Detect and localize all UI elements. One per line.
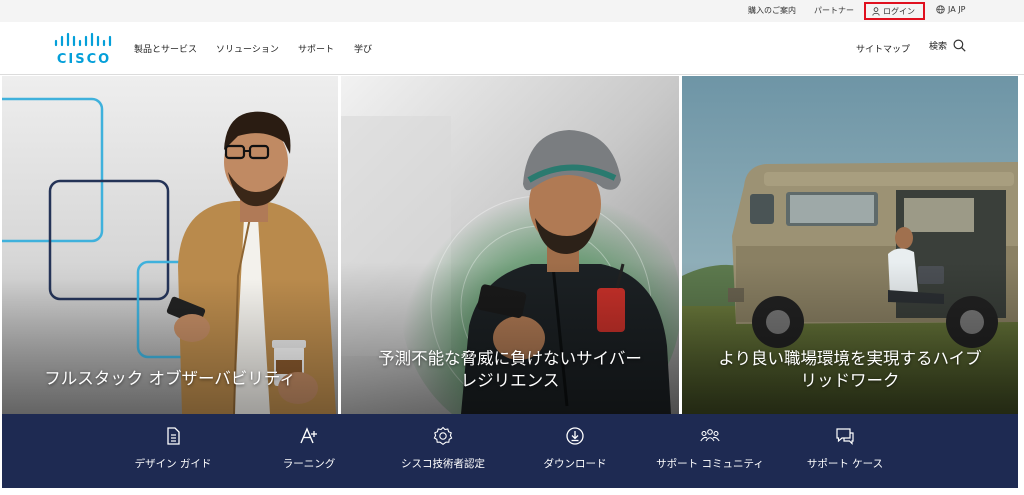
- sitemap-link[interactable]: サイトマップ: [856, 42, 910, 55]
- tile-caption-line-1: より良い職場環境を実現するハイブ: [718, 349, 982, 368]
- page: 購入のご案内 パートナー ログイン JA JP CISCO 製品とサービス ソリ…: [0, 0, 1024, 495]
- user-icon: [872, 7, 880, 16]
- tile-caption-hybrid-work: より良い職場環境を実現するハイブ リッドワーク: [682, 348, 1018, 392]
- quick-links-bar: デザイン ガイド ラーニング シスコ技術者認定 ダウンロード サポート コミュニ…: [2, 414, 1018, 488]
- main-header: CISCO 製品とサービス ソリューション サポート 学び サイトマップ 検索: [0, 22, 1024, 75]
- nav-products[interactable]: 製品とサービス: [134, 42, 197, 55]
- logo-wordmark: CISCO: [56, 52, 112, 67]
- hero-tile-observability[interactable]: フルスタック オブザーバビリティ: [2, 76, 338, 414]
- tile-caption-line-2: リッドワーク: [800, 371, 900, 390]
- language-label: JA JP: [948, 5, 966, 14]
- right-edge-strip: [1018, 76, 1024, 488]
- search-button[interactable]: 検索: [929, 39, 966, 52]
- tile-caption-observability: フルスタック オブザーバビリティ: [44, 369, 296, 388]
- nav-support[interactable]: サポート: [298, 42, 334, 55]
- search-icon: [953, 39, 966, 52]
- nav-learn[interactable]: 学び: [354, 42, 372, 55]
- login-link[interactable]: ログイン: [872, 6, 915, 17]
- certification-badge-icon: [433, 426, 453, 445]
- quicklink-download[interactable]: ダウンロード: [514, 414, 636, 488]
- nav-solutions[interactable]: ソリューション: [216, 42, 279, 55]
- utility-bar: 購入のご案内 パートナー ログイン JA JP: [0, 0, 1024, 22]
- login-label: ログイン: [883, 7, 915, 16]
- cisco-bridge-icon: [54, 32, 112, 47]
- language-selector[interactable]: JA JP: [936, 5, 965, 14]
- quicklink-design-guide[interactable]: デザイン ガイド: [112, 414, 234, 488]
- tile-caption-line-2: レジリエンス: [460, 371, 560, 390]
- hero-image-man-smartphone: [2, 76, 338, 414]
- community-icon: [700, 429, 720, 442]
- buy-link[interactable]: 購入のご案内: [748, 5, 796, 16]
- login-highlight-box: ログイン: [864, 2, 925, 20]
- quicklink-label: サポート コミュニティ: [656, 458, 764, 470]
- partner-link[interactable]: パートナー: [814, 5, 854, 16]
- globe-icon: [936, 5, 945, 14]
- document-icon: [167, 427, 180, 445]
- quicklink-support-community[interactable]: サポート コミュニティ: [648, 414, 772, 488]
- hero-tile-cyber-resilience[interactable]: 予測不能な脅威に負けないサイバー レジリエンス: [341, 76, 679, 414]
- quicklink-label: ラーニング: [282, 458, 336, 470]
- tile-caption-cyber-resilience: 予測不能な脅威に負けないサイバー レジリエンス: [341, 348, 679, 392]
- quicklink-learning[interactable]: ラーニング: [248, 414, 370, 488]
- hero-tile-hybrid-work[interactable]: より良い職場環境を実現するハイブ リッドワーク: [682, 76, 1018, 414]
- download-icon: [566, 427, 584, 445]
- quicklink-label: ダウンロード: [543, 458, 607, 470]
- quicklink-label: シスコ技術者認定: [401, 458, 485, 470]
- quicklink-certification[interactable]: シスコ技術者認定: [382, 414, 504, 488]
- quicklink-label: デザイン ガイド: [134, 458, 212, 470]
- search-label: 検索: [929, 42, 948, 52]
- chat-icon: [836, 428, 854, 445]
- quicklink-support-case[interactable]: サポート ケース: [784, 414, 906, 488]
- learning-icon: [300, 427, 317, 444]
- tile-caption-line-1: 予測不能な脅威に負けないサイバー: [378, 349, 642, 368]
- quicklink-label: サポート ケース: [806, 458, 884, 470]
- cisco-logo[interactable]: CISCO: [52, 32, 116, 67]
